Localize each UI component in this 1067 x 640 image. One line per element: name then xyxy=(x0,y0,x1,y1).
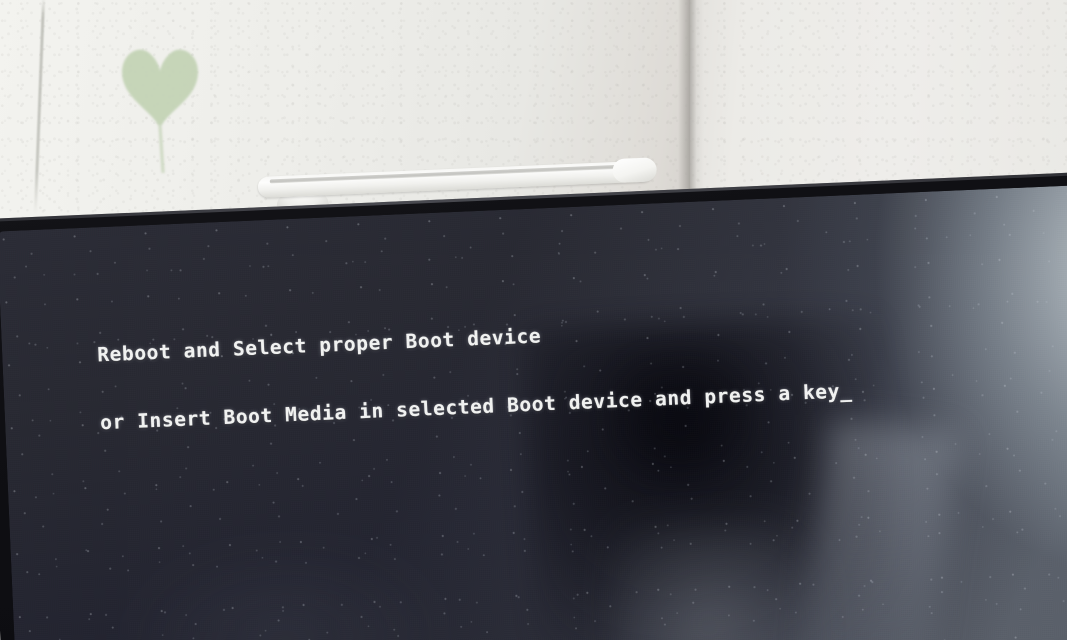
photo-scene: Reboot and Select proper Boot device or … xyxy=(0,0,1067,640)
bios-message-line-2: or Insert Boot Media in selected Boot de… xyxy=(99,378,853,434)
heart-decal-icon xyxy=(112,38,208,173)
bios-error-message: Reboot and Select proper Boot device or … xyxy=(95,267,855,479)
device-right-tip xyxy=(612,157,658,184)
screen-reflection-haze-left xyxy=(130,543,439,640)
computer-monitor: Reboot and Select proper Boot device or … xyxy=(0,171,1067,640)
bios-message-line-1: Reboot and Select proper Boot device xyxy=(96,324,542,367)
monitor-screen: Reboot and Select proper Boot device or … xyxy=(0,184,1067,640)
screen-reflection-haze-center xyxy=(610,516,830,640)
